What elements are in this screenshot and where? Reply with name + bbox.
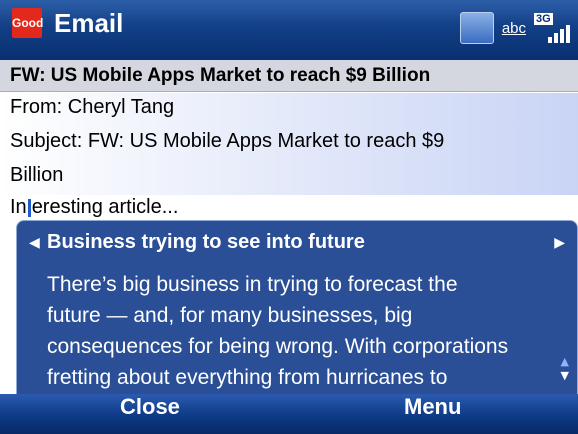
next-arrow-icon[interactable]: ▶ [554, 235, 565, 251]
scroll-down-icon[interactable]: ▼ [561, 369, 569, 382]
good-logo: Good [12, 8, 43, 38]
status-area: abc 3G [459, 10, 570, 46]
signal-bars [548, 25, 570, 43]
input-mode-indicator[interactable]: abc [502, 20, 526, 37]
popup-text: There’s big business in trying to foreca… [47, 269, 557, 393]
popup-text-line: future — and, for many businesses, big [47, 304, 413, 327]
news-popup[interactable]: ◀ Business trying to see into future ▶ T… [16, 220, 578, 396]
title-bar: Good Email abc 3G [0, 0, 578, 60]
close-softkey[interactable]: Close [120, 394, 180, 434]
text-cursor [27, 198, 31, 217]
softkey-bar: Close Menu [0, 394, 578, 434]
message-body[interactable]: In eresting article... [10, 196, 178, 219]
body-text-rest: eresting article... [31, 196, 179, 218]
signal-strength-icon: 3G [534, 13, 570, 43]
menu-softkey[interactable]: Menu [404, 394, 461, 434]
app-title: Email [54, 8, 124, 38]
subject-line-continued: Billion [10, 164, 64, 186]
previous-arrow-icon[interactable]: ◀ [29, 235, 40, 251]
subject-line: Subject: FW: US Mobile Apps Market to re… [10, 130, 445, 152]
network-type-label: 3G [534, 13, 553, 25]
popup-text-line: consequences for being wrong. With corpo… [47, 335, 509, 358]
body-text-start: In [10, 196, 27, 218]
from-line: From: Cheryl Tang [10, 96, 175, 118]
message-subject-bar: FW: US Mobile Apps Market to reach $9 Bi… [0, 60, 578, 92]
message-header: From: Cheryl Tang Subject: FW: US Mobile… [0, 93, 578, 195]
scroll-up-icon[interactable]: ▲ [561, 355, 569, 368]
sync-icon [459, 12, 494, 44]
popup-title: Business trying to see into future [47, 231, 365, 253]
popup-text-line: fretting about everything from hurricane… [47, 366, 448, 389]
popup-text-line: There’s big business in trying to foreca… [47, 273, 458, 296]
